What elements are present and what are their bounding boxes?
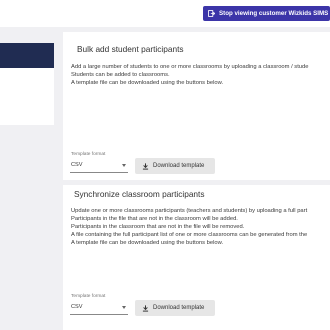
main-content: Bulk add student participants Add a larg… [63,27,330,330]
top-bar: Stop viewing customer Wizkids SIMS [0,0,330,27]
download-template-label: Download template [153,163,205,169]
template-format-label: Template format [71,294,106,299]
template-format-label: Template format [71,152,106,157]
synchronize-description-line: Update one or more classrooms participan… [71,208,308,214]
sidebar-panel [0,43,54,125]
sidebar [0,27,63,330]
bulk-add-description-line: Add a large number of students to one or… [71,64,309,70]
chevron-down-icon [122,306,126,309]
template-format-value: CSV [71,162,83,168]
stop-viewing-customer-label: Stop viewing customer Wizkids SIMS [219,10,329,17]
stop-viewing-customer-button[interactable]: Stop viewing customer Wizkids SIMS [203,6,330,21]
synchronize-description-line: A template file can be downloaded using … [71,240,224,246]
exit-icon [208,10,215,17]
synchronize-title: Synchronize classroom participants [74,189,205,199]
template-format-select[interactable]: CSV [70,302,128,315]
bulk-add-card: Bulk add student participants Add a larg… [63,32,330,180]
synchronize-description-line: Participants in the file that are not in… [71,216,238,222]
download-icon [142,304,149,312]
synchronize-description-line: Participants in the classroom that are n… [71,224,245,230]
synchronize-description-line: A file containing the full participant l… [71,232,308,238]
sidebar-item-active[interactable] [0,43,54,68]
bulk-add-title: Bulk add student participants [77,44,184,54]
download-template-label: Download template [153,305,205,311]
template-format-select[interactable]: CSV [70,160,128,173]
chevron-down-icon [122,164,126,167]
download-template-button[interactable]: Download template [135,158,215,174]
bulk-add-description-line: Students can be added to classrooms. [71,72,170,78]
template-format-value: CSV [71,304,83,310]
download-icon [142,162,149,170]
download-template-button[interactable]: Download template [135,300,215,316]
bulk-add-description-line: A template file can be downloaded using … [71,80,224,86]
synchronize-card: Synchronize classroom participants Updat… [63,185,330,330]
